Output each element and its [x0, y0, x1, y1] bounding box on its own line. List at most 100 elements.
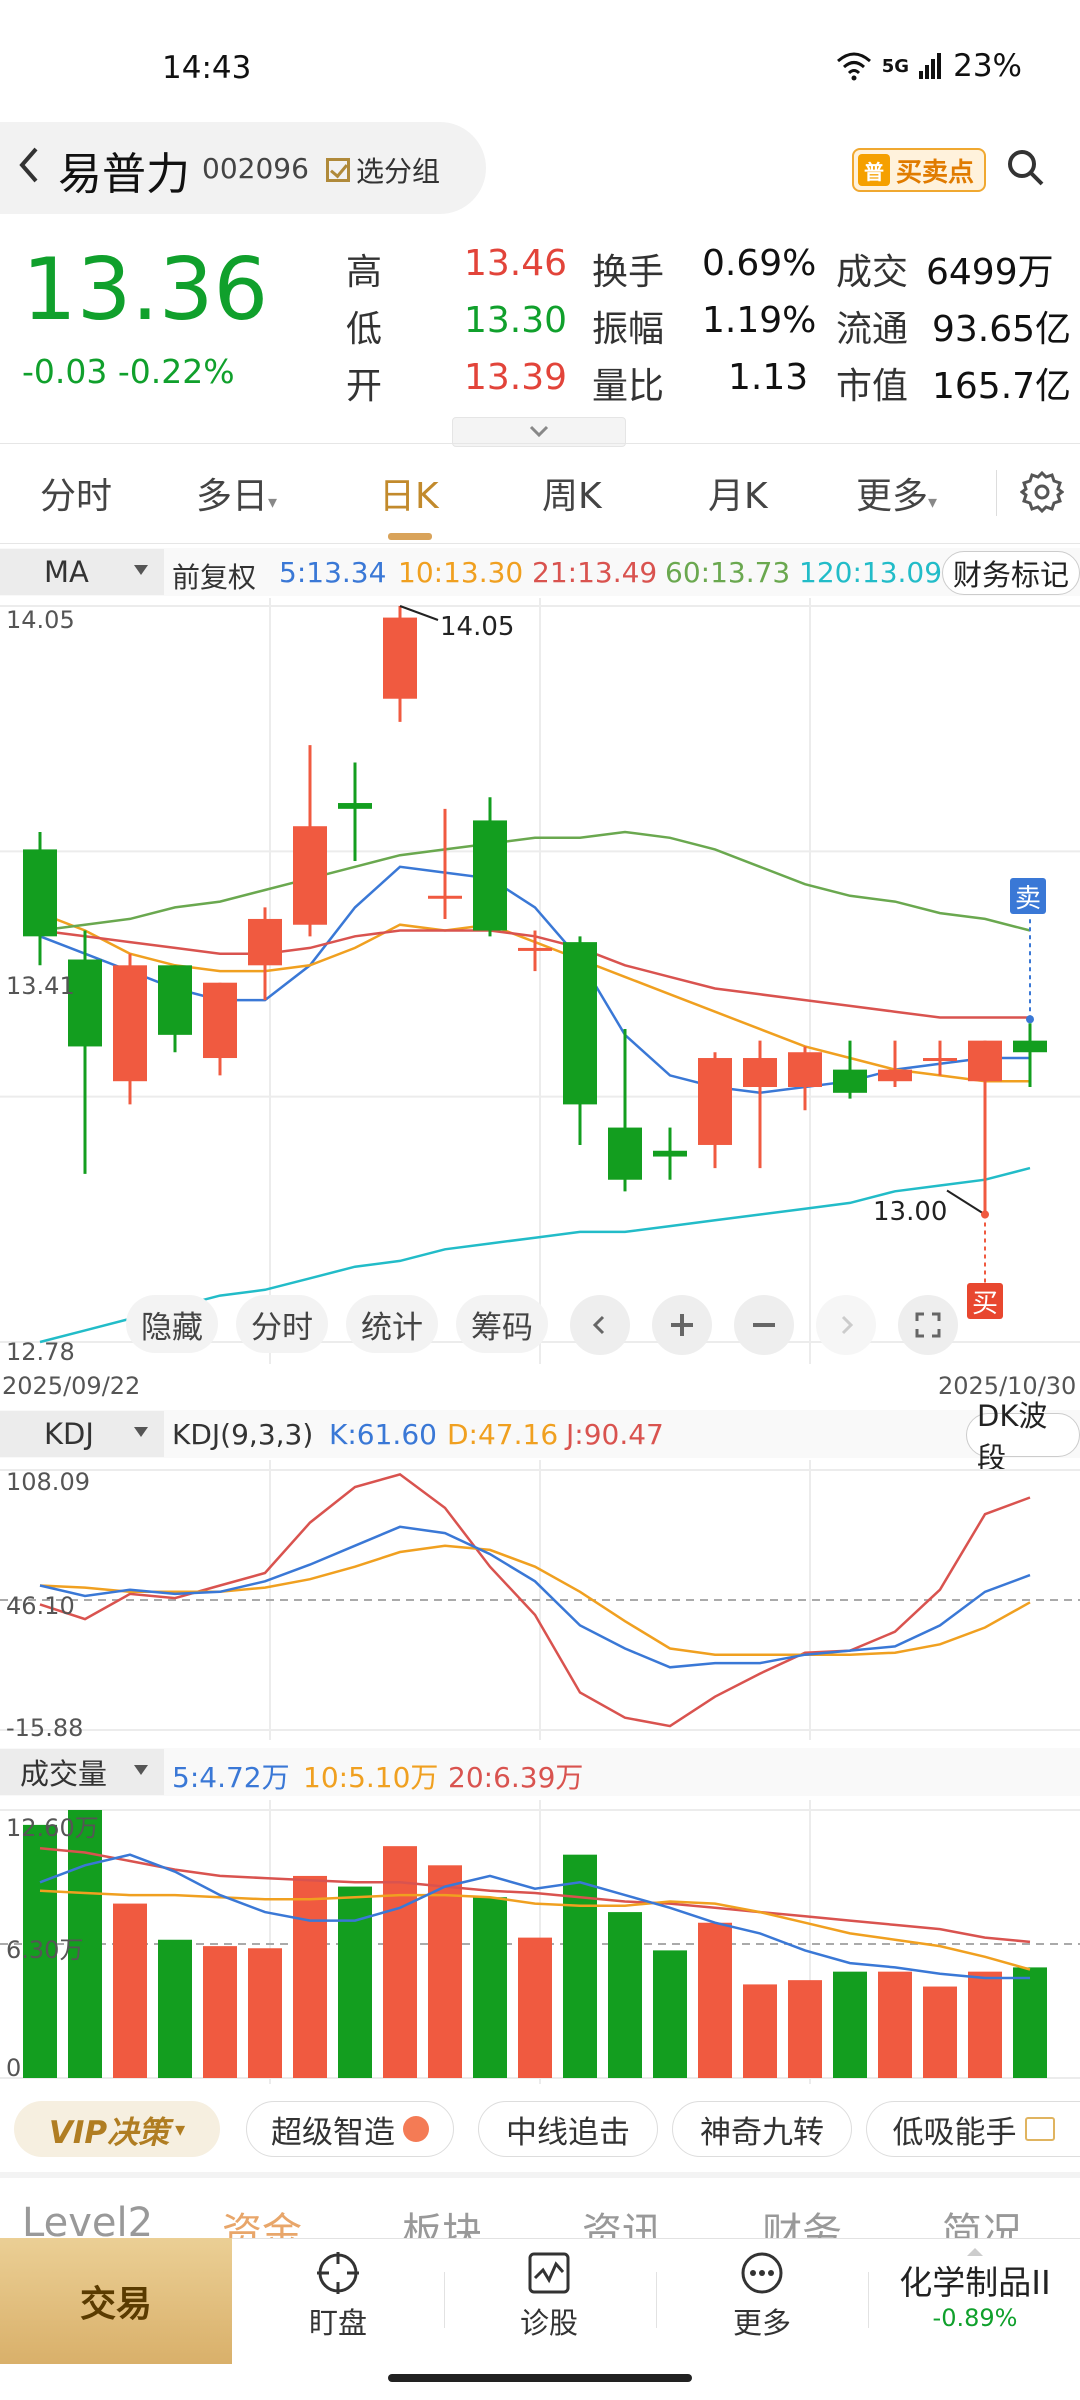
- nav-separator: [444, 2272, 445, 2328]
- tab-weekly-k[interactable]: 周K: [542, 467, 602, 519]
- quote-value-open: 13.39: [464, 357, 568, 398]
- quote-value-high: 13.46: [464, 243, 568, 284]
- quote-label-volume-ratio: 量比: [592, 366, 665, 407]
- kline-low-label: 13.00: [873, 1197, 948, 1227]
- kdj-selector[interactable]: KDJ: [0, 1411, 164, 1457]
- ma10-value: 10:13.30: [398, 556, 524, 589]
- kdj-axis-bottom: -15.88: [6, 1714, 84, 1742]
- tab-more[interactable]: 更多▾: [856, 467, 937, 519]
- chevron-right-icon[interactable]: [816, 1295, 876, 1355]
- sub-tab-sector[interactable]: 板块: [402, 2200, 482, 2238]
- kline-chart[interactable]: [0, 598, 1080, 1364]
- select-group-button[interactable]: 选分组: [326, 150, 440, 190]
- intraday-button[interactable]: 分时: [236, 1295, 328, 1353]
- kdj-k-value: K:61.60: [329, 1418, 437, 1451]
- volume-bar: [203, 1946, 237, 2078]
- gear-icon[interactable]: [1020, 470, 1064, 514]
- strategy-chip[interactable]: 低吸能手: [866, 2101, 1080, 2157]
- quote-label-market-cap: 市值: [836, 366, 909, 407]
- ma-line-ma60: [39, 830, 1031, 932]
- ma5-value: 5:13.34: [279, 556, 387, 589]
- watch-button[interactable]: 盯盘: [268, 2250, 408, 2342]
- candle-body: [608, 1127, 642, 1180]
- zoom-out-icon[interactable]: [734, 1295, 794, 1355]
- search-icon[interactable]: [1005, 147, 1045, 187]
- tab-intraday[interactable]: 分时: [40, 467, 112, 519]
- chevron-down-icon: [529, 425, 549, 438]
- dropdown-triangle-icon: [134, 1427, 148, 1437]
- volume-bar: [383, 1846, 417, 2078]
- dropdown-small-icon: ▾: [175, 2117, 186, 2141]
- active-tab-underline: [388, 533, 432, 540]
- stats-button[interactable]: 统计: [346, 1295, 438, 1353]
- dk-band-button[interactable]: DK波段: [966, 1399, 1080, 1475]
- status-time: 14:43: [162, 50, 252, 86]
- trade-button[interactable]: 交易: [0, 2238, 232, 2364]
- vip-label: VIP决策: [48, 2114, 170, 2151]
- sector-change: -0.89%: [932, 2304, 1018, 2332]
- tab-daily-k[interactable]: 日K: [379, 467, 439, 519]
- sub-tab-funds[interactable]: 资金: [222, 2200, 302, 2238]
- sub-tabs: Level2 资金 板块 资讯 财务 简况: [0, 2172, 1080, 2238]
- more-button[interactable]: 更多: [692, 2250, 832, 2342]
- buy-mark[interactable]: 买: [967, 1283, 1003, 1319]
- buy-sell-point-button[interactable]: 普 买卖点: [852, 148, 986, 192]
- kdj-line-k: [39, 1525, 1031, 1669]
- ma21-value: 21:13.49: [532, 556, 658, 589]
- price-change: -0.03 -0.22%: [22, 352, 235, 391]
- volume-bar: [293, 1875, 327, 2078]
- ma120-value: 120:13.09: [799, 556, 943, 589]
- network-type: 5G: [881, 55, 910, 77]
- fullscreen-icon[interactable]: [898, 1295, 958, 1355]
- candle-body: [1013, 1040, 1047, 1053]
- checkbox-icon: [326, 158, 350, 182]
- zoom-in-icon[interactable]: [652, 1295, 712, 1355]
- chevron-left-icon[interactable]: [570, 1295, 630, 1355]
- volume-bar: [608, 1912, 642, 2078]
- tab-monthly-k[interactable]: 月K: [708, 467, 768, 519]
- diagnose-button[interactable]: 诊股: [479, 2250, 619, 2342]
- quote-value-low: 13.30: [464, 300, 568, 341]
- volume-chart: [0, 1800, 1080, 2084]
- kline-y-mid: 13.41: [6, 972, 75, 1000]
- financial-mark-button[interactable]: 财务标记: [942, 551, 1080, 595]
- strategy-chip[interactable]: 中线追击: [478, 2101, 658, 2157]
- quote-label-turnover: 换手: [592, 252, 665, 293]
- sell-mark[interactable]: 卖: [1010, 878, 1046, 914]
- volume-bar: [563, 1854, 597, 2078]
- back-icon[interactable]: [14, 145, 44, 185]
- quote-value-amplitude: 1.19%: [702, 300, 817, 341]
- adjustment-label[interactable]: 前复权: [172, 556, 256, 596]
- candle-body: [23, 849, 57, 937]
- kline-marks: [399, 605, 1034, 1283]
- section-divider: [0, 2172, 1080, 2178]
- sub-tab-level2[interactable]: Level2: [22, 2200, 153, 2238]
- candle-body: [923, 1058, 957, 1062]
- candle-body: [473, 820, 507, 931]
- divider: [0, 443, 1080, 444]
- hide-button[interactable]: 隐藏: [126, 1295, 218, 1353]
- dropdown-small-icon: ▾: [268, 492, 278, 513]
- sub-tab-finance[interactable]: 财务: [762, 2200, 842, 2238]
- sub-tab-news[interactable]: 资讯: [582, 2200, 662, 2238]
- candle-body: [518, 947, 552, 951]
- volume-bar: [158, 1939, 192, 2078]
- sector-button[interactable]: 化学制品II -0.89%: [880, 2248, 1070, 2332]
- sub-tab-profile[interactable]: 简况: [942, 2200, 1022, 2238]
- vip-decision-button[interactable]: VIP决策 ▾: [14, 2101, 220, 2157]
- ma-selector[interactable]: MA: [0, 549, 164, 595]
- strategy-chip[interactable]: 超级智造: [246, 2101, 454, 2157]
- volume-bar: [248, 1948, 282, 2078]
- chips-button[interactable]: 筹码: [456, 1295, 548, 1353]
- select-group-label: 选分组: [356, 155, 441, 188]
- volume-bar: [743, 1984, 777, 2078]
- volume-bar: [878, 1971, 912, 2078]
- vol-ma20-value: 20:6.39万: [448, 1761, 584, 1794]
- strategy-chip[interactable]: 神奇九转: [672, 2101, 852, 2157]
- quote-label-open: 开: [346, 366, 383, 407]
- candle-body: [293, 826, 327, 925]
- quote-value-volume-ratio: 1.13: [728, 357, 809, 398]
- volume-selector[interactable]: 成交量: [0, 1749, 164, 1795]
- quote-label-high: 高: [346, 252, 383, 293]
- tab-multi-day[interactable]: 多日▾: [196, 467, 277, 519]
